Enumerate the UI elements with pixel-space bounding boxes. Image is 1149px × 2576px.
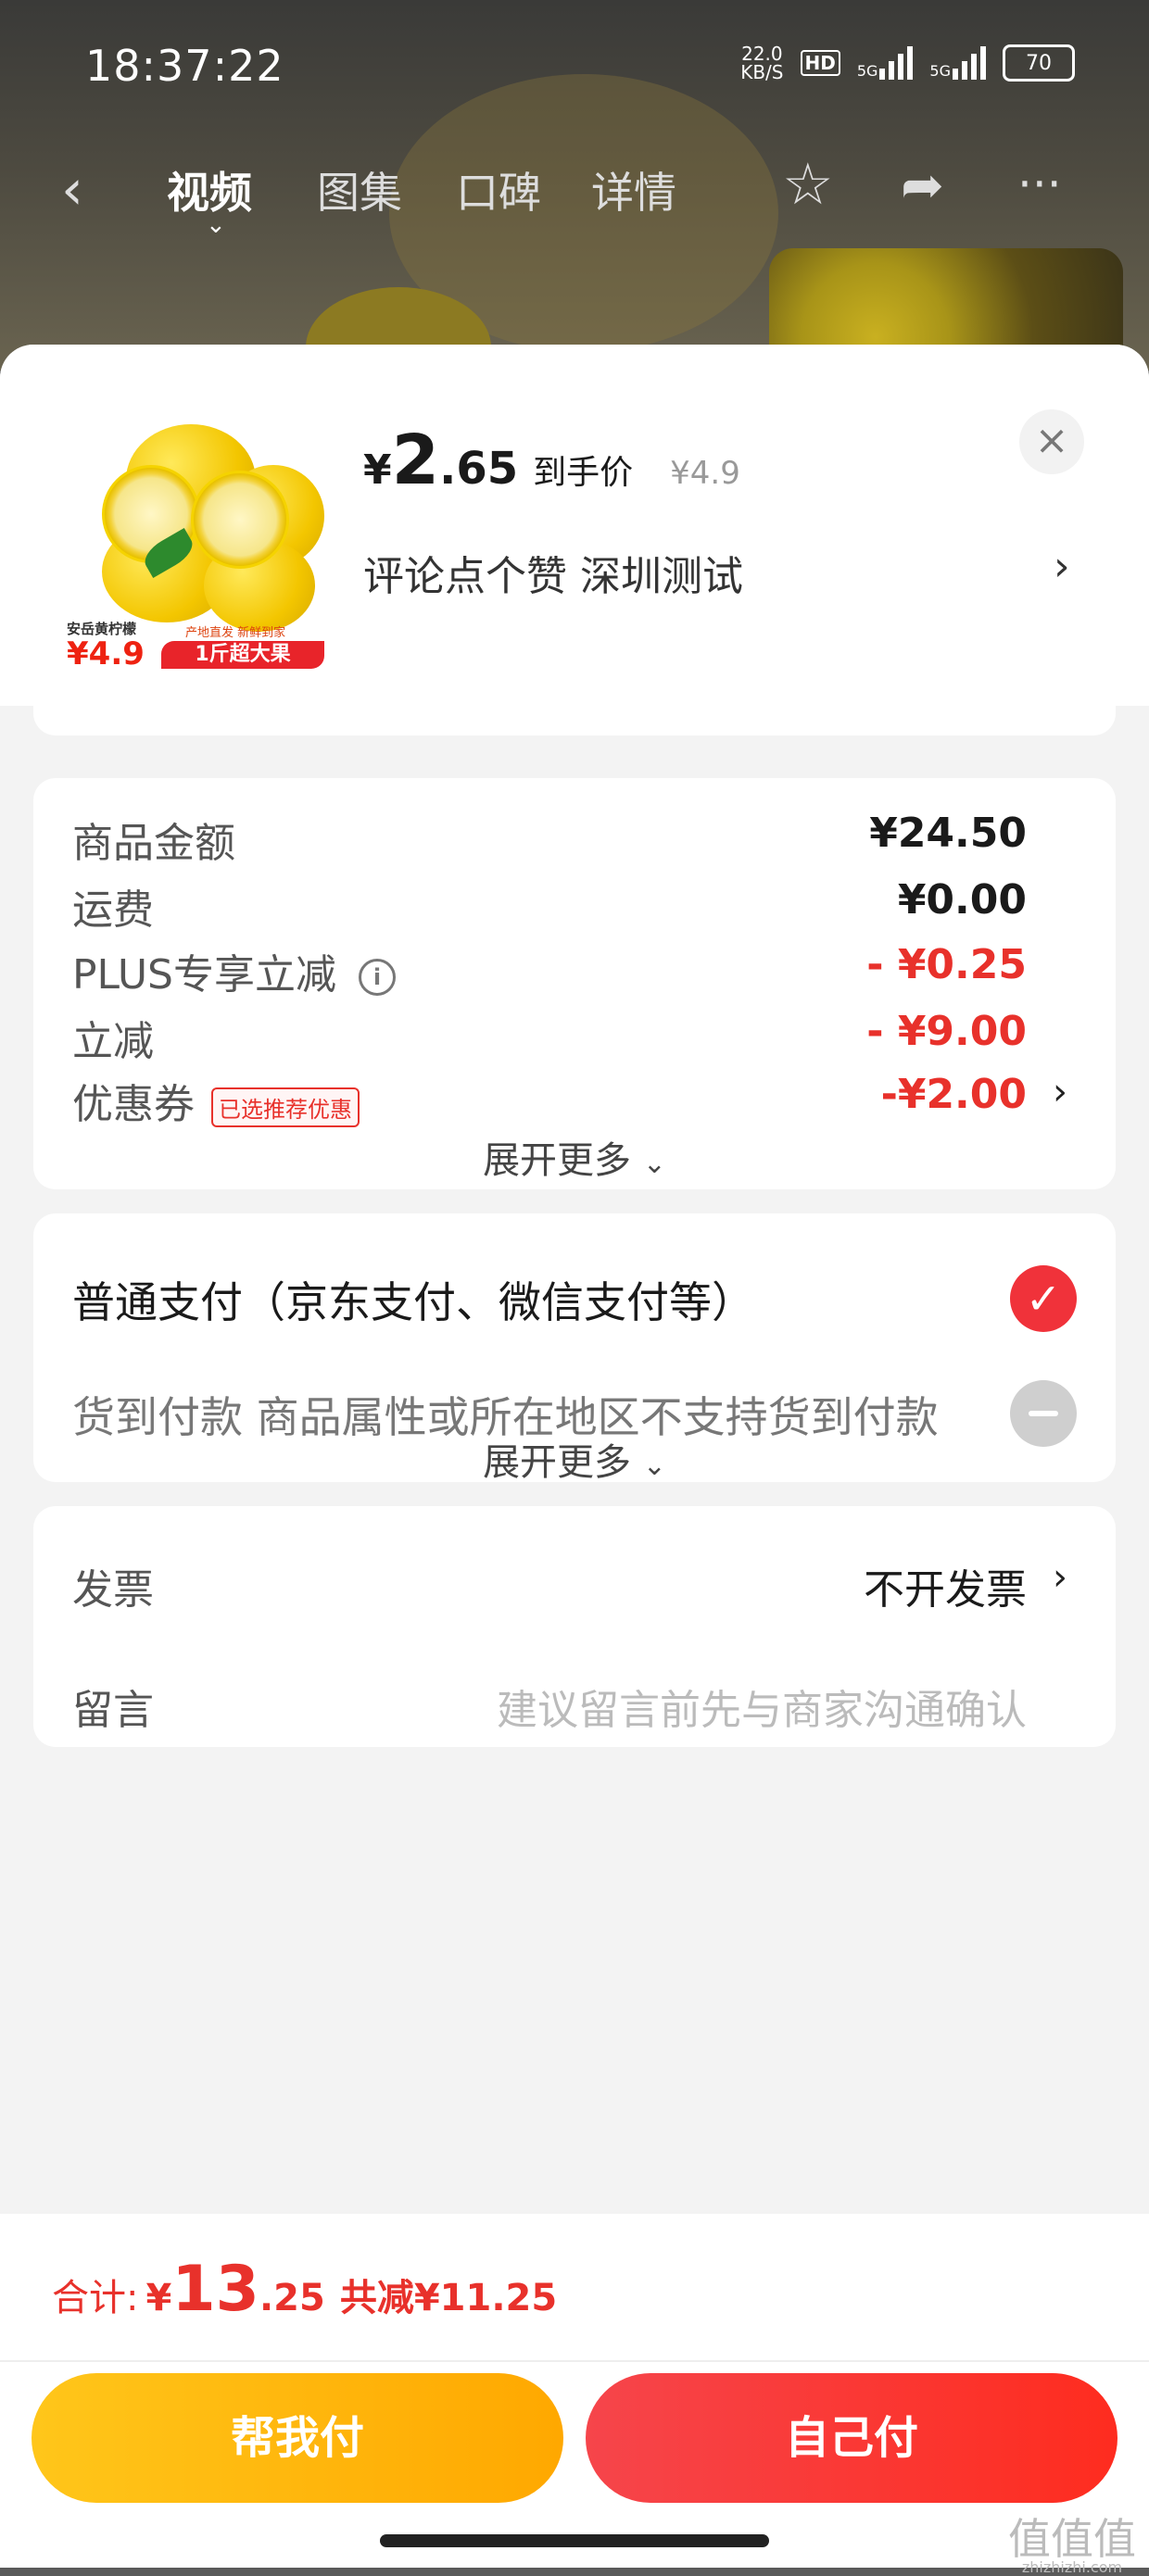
chevron-down-icon: ⌄ xyxy=(206,211,226,239)
signal-icon: 5G xyxy=(857,46,914,80)
checkout-footer: 合计: ¥ 13 .25 共减¥11.25 帮我付 自己付 值值值 zhizhiz… xyxy=(0,2214,1149,2575)
watermark-logo: 值值值 zhizhizhi.com xyxy=(1008,2514,1136,2576)
top-nav: ‹ 视频 ⌄ 图集 口碑 详情 ☆ ➦ ··· xyxy=(0,139,1149,239)
summary-row-discount: 立减 - ¥9.00 xyxy=(72,1008,1027,1065)
signal-icon: 5G xyxy=(929,46,986,80)
star-icon[interactable]: ☆ xyxy=(782,150,834,218)
original-price: ¥4.9 xyxy=(670,455,740,492)
expand-more-button[interactable]: 展开更多 ⌄ xyxy=(33,1130,1116,1184)
home-indicator[interactable] xyxy=(380,2534,769,2547)
chevron-right-icon: › xyxy=(1053,1071,1067,1113)
tab-details[interactable]: 详情 xyxy=(591,159,676,220)
status-icons: 22.0 KB/S HD 5G 5G 70 xyxy=(740,44,1075,82)
spec-text: 评论点个赞 深圳测试 xyxy=(363,553,743,600)
share-icon[interactable]: ➦ xyxy=(901,156,944,216)
status-bar: 18:37:22 22.0 KB/S HD 5G 5G 70 xyxy=(0,0,1149,139)
product-image: 安岳黄柠檬 产地直发 新鲜到家 ¥4.9 1斤超大果 xyxy=(65,409,324,669)
checked-icon[interactable]: ✓ xyxy=(1010,1265,1077,1332)
info-icon[interactable]: i xyxy=(359,959,396,996)
spec-selector[interactable]: 评论点个赞 深圳测试 › xyxy=(363,543,1070,602)
extra-info-card: 发票 不开发票 › 留言 建议留言前先与商家沟通确认 xyxy=(33,1506,1116,1747)
chevron-right-icon: › xyxy=(1054,543,1070,590)
card-bottom-edge xyxy=(33,706,1116,735)
payment-option-normal[interactable]: 普通支付（京东支付、微信支付等） xyxy=(72,1269,754,1330)
close-button[interactable]: × xyxy=(1019,409,1084,474)
self-pay-button[interactable]: 自己付 xyxy=(586,2373,1117,2503)
price-summary-card: 商品金额 ¥24.50 运费 ¥0.00 PLUS专享立减 i - ¥0.25 立… xyxy=(33,778,1116,1189)
chevron-down-icon: ⌄ xyxy=(642,1450,666,1482)
tab-reviews[interactable]: 口碑 xyxy=(456,159,541,220)
expand-more-button[interactable]: 展开更多 ⌄ xyxy=(33,1432,1116,1486)
summary-row-plus: PLUS专享立减 i - ¥0.25 xyxy=(72,941,1027,999)
summary-row-shipping: 运费 ¥0.00 xyxy=(72,876,1027,934)
tab-gallery[interactable]: 图集 xyxy=(317,159,402,220)
divider xyxy=(0,2360,1149,2362)
price-label: 到手价 xyxy=(533,454,634,492)
close-icon: × xyxy=(1034,417,1069,464)
message-row[interactable]: 留言 建议留言前先与商家沟通确认 xyxy=(72,1677,1027,1734)
total-reduction: 共减¥11.25 xyxy=(339,2277,558,2319)
summary-row-goods: 商品金额 ¥24.50 xyxy=(72,810,1027,867)
summary-row-coupon[interactable]: 优惠券 已选推荐优惠 -¥2.00 › xyxy=(72,1071,1067,1128)
invoice-row[interactable]: 发票 不开发票 › xyxy=(72,1556,1067,1614)
total-price: 合计: ¥ 13 .25 共减¥11.25 xyxy=(52,2253,558,2326)
product-header: 安岳黄柠檬 产地直发 新鲜到家 ¥4.9 1斤超大果 ¥ 2 .65 到手价 ¥… xyxy=(0,345,1149,706)
chevron-down-icon: ⌄ xyxy=(642,1148,666,1180)
status-time: 18:37:22 xyxy=(85,41,284,91)
network-speed: 22.0 KB/S xyxy=(740,43,784,83)
more-icon[interactable]: ··· xyxy=(1017,157,1062,211)
payment-card: 普通支付（京东支付、微信支付等） ✓ 货到付款 商品属性或所在地区不支持货到付款… xyxy=(33,1213,1116,1484)
help-pay-button[interactable]: 帮我付 xyxy=(32,2373,563,2503)
final-price: ¥ 2 .65 到手价 ¥4.9 xyxy=(363,421,740,500)
battery-icon: 70 xyxy=(1003,44,1075,82)
hd-icon: HD xyxy=(800,50,840,76)
chevron-right-icon: › xyxy=(1053,1556,1067,1599)
coupon-badge: 已选推荐优惠 xyxy=(211,1087,360,1127)
back-arrow-icon[interactable]: ‹ xyxy=(61,157,83,222)
message-input[interactable]: 建议留言前先与商家沟通确认 xyxy=(497,1677,1027,1736)
